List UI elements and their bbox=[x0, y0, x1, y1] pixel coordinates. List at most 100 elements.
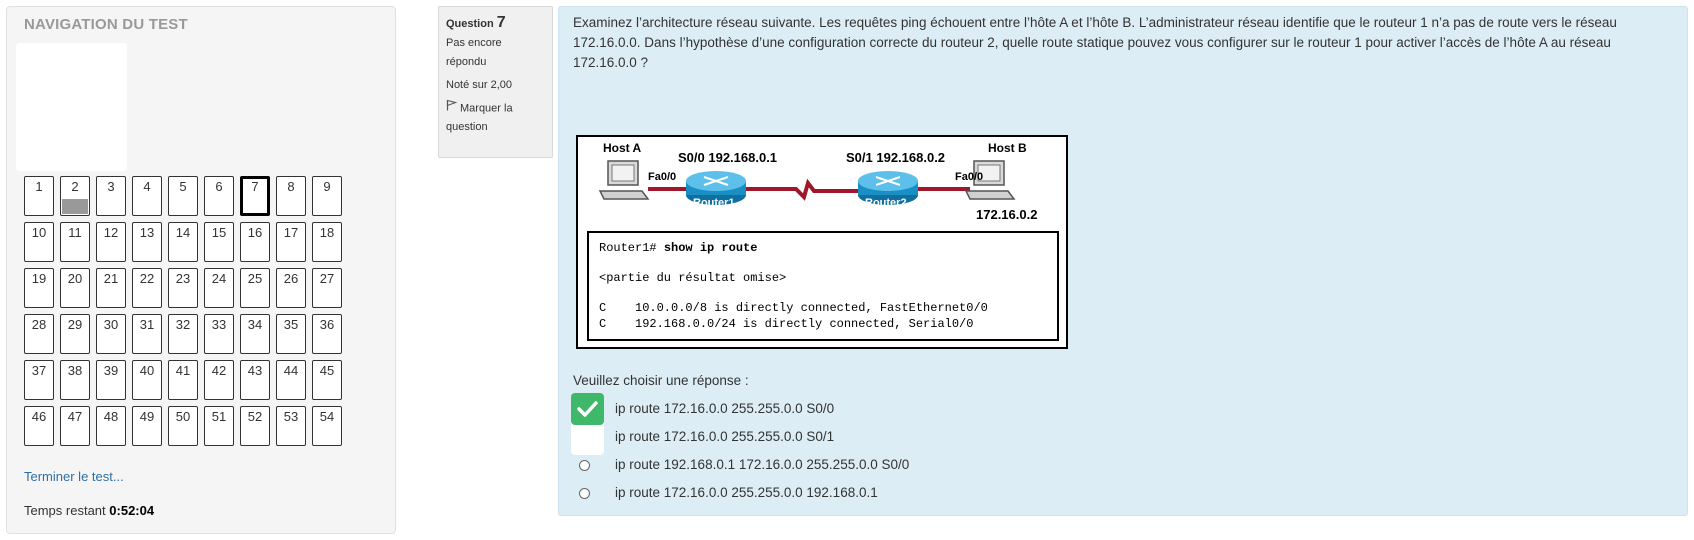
nav-question-8-button[interactable]: 8 bbox=[276, 176, 306, 216]
answer-option-3[interactable]: ip route 192.168.0.1 172.16.0.0 255.255.… bbox=[573, 455, 1173, 477]
nav-question-number: 4 bbox=[143, 179, 151, 194]
answer-option-4[interactable]: ip route 172.16.0.0 255.255.0.0 192.168.… bbox=[573, 483, 1173, 505]
fa-left-label: Fa0/0 bbox=[648, 171, 677, 183]
nav-question-45-button[interactable]: 45 bbox=[312, 360, 342, 400]
nav-question-number: 45 bbox=[319, 363, 335, 378]
answer-prompt: Veuillez choisir une réponse : bbox=[573, 373, 749, 388]
nav-question-30-button[interactable]: 30 bbox=[96, 314, 126, 354]
nav-question-13-button[interactable]: 13 bbox=[132, 222, 162, 262]
nav-question-1-button[interactable]: 1 bbox=[24, 176, 54, 216]
nav-question-2-button[interactable]: 2 bbox=[60, 176, 90, 216]
nav-question-26-button[interactable]: 26 bbox=[276, 268, 306, 308]
answer-option-1-label[interactable]: ip route 172.16.0.0 255.255.0.0 S0/0 bbox=[615, 401, 834, 416]
nav-question-15-button[interactable]: 15 bbox=[204, 222, 234, 262]
nav-question-number: 34 bbox=[247, 317, 263, 332]
nav-question-18-button[interactable]: 18 bbox=[312, 222, 342, 262]
finish-test-link[interactable]: Terminer le test... bbox=[24, 469, 124, 484]
nav-question-40-button[interactable]: 40 bbox=[132, 360, 162, 400]
nav-question-35-button[interactable]: 35 bbox=[276, 314, 306, 354]
nav-question-5-button[interactable]: 5 bbox=[168, 176, 198, 216]
nav-question-3-button[interactable]: 3 bbox=[96, 176, 126, 216]
s00-label: S0/0 192.168.0.1 bbox=[678, 150, 778, 165]
answer-option-3-radio[interactable] bbox=[579, 460, 590, 471]
router1-label: Router1 bbox=[693, 197, 735, 209]
nav-question-number: 54 bbox=[319, 409, 335, 424]
nav-question-42-button[interactable]: 42 bbox=[204, 360, 234, 400]
nav-question-54-button[interactable]: 54 bbox=[312, 406, 342, 446]
nav-question-52-button[interactable]: 52 bbox=[240, 406, 270, 446]
nav-question-37-button[interactable]: 37 bbox=[24, 360, 54, 400]
cli-command: show ip route bbox=[663, 241, 758, 255]
flag-icon bbox=[446, 99, 458, 118]
answer-option-4-label[interactable]: ip route 172.16.0.0 255.255.0.0 192.168.… bbox=[615, 485, 878, 500]
nav-question-29-button[interactable]: 29 bbox=[60, 314, 90, 354]
nav-question-14-button[interactable]: 14 bbox=[168, 222, 198, 262]
nav-question-number: 42 bbox=[211, 363, 227, 378]
nav-question-46-button[interactable]: 46 bbox=[24, 406, 54, 446]
nav-question-47-button[interactable]: 47 bbox=[60, 406, 90, 446]
answer-option-2-label[interactable]: ip route 172.16.0.0 255.255.0.0 S0/1 bbox=[615, 429, 834, 444]
timer-value: 0:52:04 bbox=[109, 503, 155, 518]
nav-question-number: 47 bbox=[67, 409, 83, 424]
nav-question-21-button[interactable]: 21 bbox=[96, 268, 126, 308]
nav-question-34-button[interactable]: 34 bbox=[240, 314, 270, 354]
host-a-pc-icon bbox=[598, 160, 650, 200]
nav-question-10-button[interactable]: 10 bbox=[24, 222, 54, 262]
nav-question-20-button[interactable]: 20 bbox=[60, 268, 90, 308]
nav-question-number: 26 bbox=[283, 271, 299, 286]
nav-question-number: 17 bbox=[283, 225, 299, 240]
answered-indicator bbox=[62, 199, 88, 214]
nav-question-51-button[interactable]: 51 bbox=[204, 406, 234, 446]
nav-question-38-button[interactable]: 38 bbox=[60, 360, 90, 400]
answer-option-1[interactable]: ip route 172.16.0.0 255.255.0.0 S0/0 bbox=[573, 399, 1173, 421]
nav-question-number: 21 bbox=[103, 271, 119, 286]
nav-question-number: 25 bbox=[247, 271, 263, 286]
flag-question-link[interactable]: Marquer la question bbox=[446, 99, 545, 137]
nav-question-32-button[interactable]: 32 bbox=[168, 314, 198, 354]
cli-route-2: C 192.168.0.0/24 is directly connected, … bbox=[599, 317, 974, 331]
nav-question-49-button[interactable]: 49 bbox=[132, 406, 162, 446]
nav-question-31-button[interactable]: 31 bbox=[132, 314, 162, 354]
answer-option-3-label[interactable]: ip route 192.168.0.1 172.16.0.0 255.255.… bbox=[615, 457, 909, 472]
nav-question-16-button[interactable]: 16 bbox=[240, 222, 270, 262]
nav-question-7-button[interactable]: 7 bbox=[240, 176, 270, 216]
nav-question-44-button[interactable]: 44 bbox=[276, 360, 306, 400]
nav-question-22-button[interactable]: 22 bbox=[132, 268, 162, 308]
nav-question-number: 5 bbox=[179, 179, 187, 194]
time-remaining: Temps restant 0:52:04 bbox=[24, 503, 154, 518]
serial-link bbox=[742, 178, 862, 201]
nav-question-39-button[interactable]: 39 bbox=[96, 360, 126, 400]
nav-question-28-button[interactable]: 28 bbox=[24, 314, 54, 354]
nav-question-33-button[interactable]: 33 bbox=[204, 314, 234, 354]
nav-question-17-button[interactable]: 17 bbox=[276, 222, 306, 262]
nav-question-number: 37 bbox=[31, 363, 47, 378]
router2-label: Router2 bbox=[865, 197, 907, 209]
nav-question-24-button[interactable]: 24 bbox=[204, 268, 234, 308]
nav-question-number: 11 bbox=[68, 225, 82, 240]
nav-question-43-button[interactable]: 43 bbox=[240, 360, 270, 400]
nav-question-25-button[interactable]: 25 bbox=[240, 268, 270, 308]
nav-question-number: 22 bbox=[139, 271, 155, 286]
answer-option-4-radio[interactable] bbox=[579, 488, 590, 499]
nav-question-11-button[interactable]: 11 bbox=[60, 222, 90, 262]
nav-question-27-button[interactable]: 27 bbox=[312, 268, 342, 308]
nav-question-number: 10 bbox=[31, 225, 47, 240]
nav-question-9-button[interactable]: 9 bbox=[312, 176, 342, 216]
host-b-ip-label: 172.16.0.2 bbox=[976, 207, 1038, 222]
nav-question-4-button[interactable]: 4 bbox=[132, 176, 162, 216]
nav-question-number: 33 bbox=[211, 317, 227, 332]
nav-question-36-button[interactable]: 36 bbox=[312, 314, 342, 354]
nav-question-53-button[interactable]: 53 bbox=[276, 406, 306, 446]
nav-question-41-button[interactable]: 41 bbox=[168, 360, 198, 400]
nav-question-23-button[interactable]: 23 bbox=[168, 268, 198, 308]
nav-question-number: 52 bbox=[247, 409, 263, 424]
answer-option-2[interactable]: ip route 172.16.0.0 255.255.0.0 S0/1 bbox=[573, 427, 1173, 449]
nav-question-48-button[interactable]: 48 bbox=[96, 406, 126, 446]
nav-question-number: 50 bbox=[175, 409, 191, 424]
nav-question-number: 14 bbox=[175, 225, 191, 240]
nav-question-50-button[interactable]: 50 bbox=[168, 406, 198, 446]
nav-question-19-button[interactable]: 19 bbox=[24, 268, 54, 308]
nav-question-6-button[interactable]: 6 bbox=[204, 176, 234, 216]
show-ip-route-output: Router1# show ip route <partie du résult… bbox=[587, 231, 1059, 341]
nav-question-12-button[interactable]: 12 bbox=[96, 222, 126, 262]
